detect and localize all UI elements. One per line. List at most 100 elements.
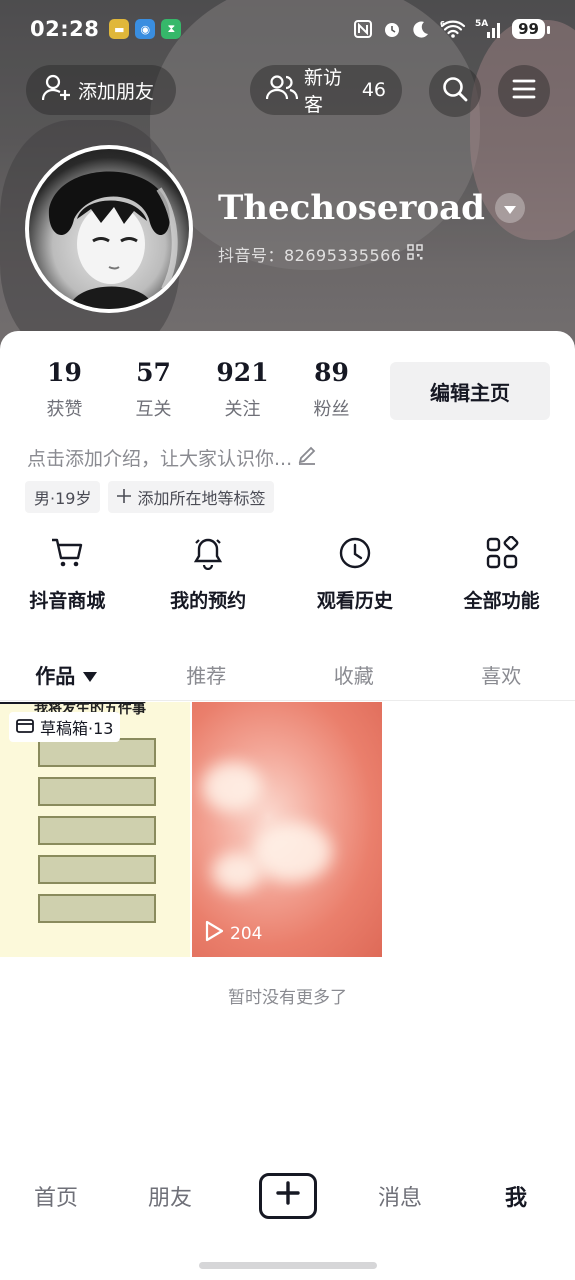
bio-field[interactable]: 点击添加介绍，让大家认识你...: [27, 444, 318, 471]
battery-indicator: 99: [512, 19, 550, 39]
menu-button[interactable]: [498, 65, 550, 117]
search-button[interactable]: [429, 65, 481, 117]
draft-row: [38, 816, 156, 845]
tab-favorites[interactable]: 收藏: [280, 649, 427, 700]
nav-me[interactable]: 我: [505, 1180, 527, 1212]
feature-all[interactable]: 全部功能: [428, 535, 575, 613]
drafts-box-icon: [16, 717, 34, 737]
home-indicator[interactable]: [199, 1262, 377, 1269]
stat-following[interactable]: 921 关注: [198, 358, 287, 421]
feature-reservations[interactable]: 我的预约: [135, 536, 282, 613]
tab-liked[interactable]: 喜欢: [428, 649, 575, 700]
play-count: 204: [204, 920, 262, 947]
visitors-count: 46: [361, 79, 386, 101]
drafts-badge: 草稿箱·13: [9, 712, 121, 742]
stat-value: 89: [314, 358, 349, 387]
draft-row: [38, 855, 156, 884]
video-tile[interactable]: 204: [192, 702, 382, 957]
stat-followers[interactable]: 89 粉丝: [287, 358, 376, 421]
tab-works[interactable]: 作品: [0, 649, 133, 700]
draft-thumbnail-rows: [38, 738, 156, 923]
content-tabs: 作品 推荐 收藏 喜欢: [0, 649, 575, 701]
nickname: Thechoseroad: [218, 188, 485, 228]
nav-friends[interactable]: 朋友: [148, 1180, 192, 1212]
add-location-text: 添加所在地等标签: [137, 489, 266, 508]
tab-recommended[interactable]: 推荐: [133, 649, 280, 700]
video-thumbnail-highlight: [212, 852, 262, 892]
pencil-icon: [296, 444, 318, 471]
new-visitors-button[interactable]: 新访客 46: [250, 65, 402, 116]
profile-top-actions: 添加朋友 新访客 46: [0, 65, 575, 117]
caret-down-icon: [503, 199, 516, 218]
stat-value: 921: [216, 358, 269, 387]
caret-down-icon: [83, 663, 98, 687]
edit-profile-button[interactable]: 编辑主页: [390, 362, 550, 420]
stat-label: 粉丝: [313, 399, 350, 420]
stat-label: 互关: [135, 399, 172, 420]
status-indicators: 6 5A 99: [353, 18, 550, 40]
alarm-icon: [382, 19, 402, 39]
feature-label: 抖音商城: [29, 590, 106, 612]
add-location-tag-button[interactable]: 添加所在地等标签: [108, 481, 275, 513]
add-friend-label: 添加朋友: [78, 80, 155, 103]
gender-age-tag[interactable]: 男·19岁: [25, 481, 101, 513]
add-user-icon: [41, 74, 72, 107]
timer-app-icon: ⧗: [161, 19, 182, 39]
search-icon: [442, 76, 468, 106]
add-friend-button[interactable]: 添加朋友: [26, 65, 176, 115]
wifi-icon: 6: [440, 19, 466, 39]
play-count-value: 204: [230, 923, 263, 944]
profile-sheet: 19 获赞 57 互关 921 关注 89 粉丝 编辑主页 点击添加介绍，让大家…: [0, 331, 575, 1280]
play-icon: [204, 920, 224, 947]
nickname-row[interactable]: Thechoseroad: [218, 188, 525, 228]
feature-label: 全部功能: [463, 590, 540, 612]
draft-row: [38, 738, 156, 767]
feature-mall[interactable]: 抖音商城: [0, 536, 135, 613]
create-button[interactable]: [259, 1173, 317, 1219]
no-more-text: 暂时没有更多了: [228, 988, 347, 1008]
draft-row: [38, 894, 156, 923]
feature-history[interactable]: 观看历史: [282, 536, 429, 613]
feature-shortcuts: 抖音商城 我的预约 观看历史 全部功能: [0, 535, 575, 613]
moon-icon: [411, 19, 431, 39]
account-switch-button[interactable]: [494, 193, 525, 223]
profile-stats: 19 获赞 57 互关 921 关注 89 粉丝: [20, 358, 376, 421]
clock-icon: [338, 536, 372, 574]
plus-icon: [276, 1181, 300, 1211]
avatar[interactable]: [25, 145, 193, 313]
stat-value: 19: [47, 358, 82, 387]
plus-icon: [117, 488, 132, 507]
nav-home[interactable]: 首页: [34, 1180, 78, 1212]
bell-icon: [191, 536, 225, 574]
cart-icon: [50, 536, 84, 574]
browser-app-icon: ◉: [135, 19, 156, 39]
tab-label: 作品: [35, 664, 76, 688]
stat-likes[interactable]: 19 获赞: [20, 358, 109, 421]
video-thumbnail-highlight: [252, 822, 332, 882]
status-bar: 02:28 ▬ ◉ ⧗ 6 5A 99: [0, 0, 575, 58]
signal-icon: 5A: [475, 18, 503, 40]
menu-icon: [512, 78, 536, 104]
message-app-icon: ▬: [109, 19, 130, 39]
avatar-image: [29, 149, 189, 309]
stat-value: 57: [136, 358, 171, 387]
svg-text:5A: 5A: [475, 19, 488, 29]
tab-label: 推荐: [186, 664, 227, 688]
draft-row: [38, 777, 156, 806]
feature-label: 观看历史: [316, 590, 393, 612]
works-grid: 我将发生的五件事 草稿箱·13 204: [0, 702, 575, 957]
nav-messages[interactable]: 消息: [378, 1180, 422, 1212]
stat-mutual[interactable]: 57 互关: [109, 358, 198, 421]
tab-label: 收藏: [333, 664, 374, 688]
bottom-nav: 首页 朋友 消息 我: [0, 1165, 575, 1227]
stat-label: 获赞: [46, 399, 83, 420]
drafts-tile[interactable]: 我将发生的五件事 草稿箱·13: [0, 702, 190, 957]
nfc-icon: [353, 19, 373, 39]
status-notification-icons: ▬ ◉ ⧗: [109, 19, 182, 39]
douyin-id[interactable]: 抖音号：82695335566: [218, 242, 424, 266]
stat-label: 关注: [224, 399, 261, 420]
tab-label: 喜欢: [481, 664, 522, 688]
douyin-id-text: 抖音号：82695335566: [218, 246, 402, 265]
grid-icon: [485, 535, 519, 574]
video-thumbnail-highlight: [202, 762, 262, 812]
